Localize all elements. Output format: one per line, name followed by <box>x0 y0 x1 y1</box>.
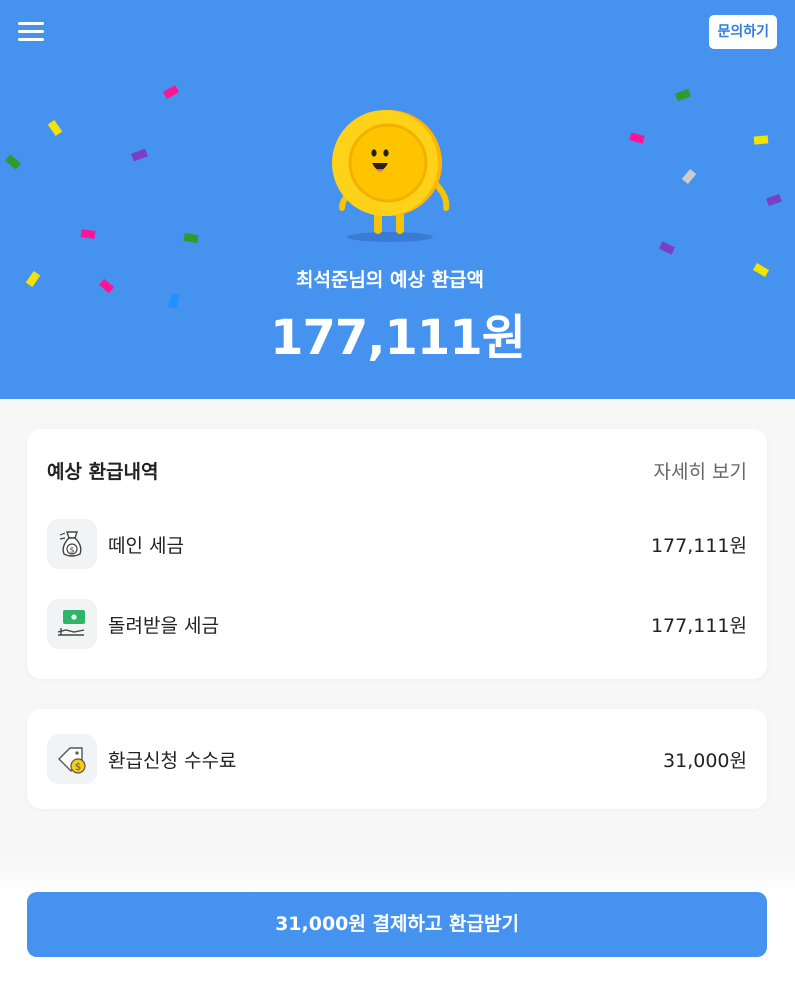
row-value: 31,000원 <box>663 750 747 772</box>
refund-amount: 177,111원 <box>270 310 526 366</box>
cash-hand-icon <box>47 599 97 649</box>
hamburger-menu-icon[interactable] <box>18 20 46 44</box>
row-value: 177,111원 <box>650 615 747 637</box>
hero-banner: 문의하기 최석준님의 예상 환급액 177,111원 <box>0 0 795 399</box>
confetti-piece <box>766 193 782 207</box>
confetti-piece <box>5 154 21 170</box>
confetti-piece <box>681 168 697 185</box>
card-title: 예상 환급내역 <box>47 461 159 483</box>
svg-text:$: $ <box>69 546 74 555</box>
inquiry-button[interactable]: 문의하기 <box>709 15 777 49</box>
confetti-piece <box>131 148 148 162</box>
confetti-piece <box>47 119 63 137</box>
fee-card: $ 환급신청 수수료 31,000원 <box>27 709 767 809</box>
list-item-refundable-tax: 돌려받을 세금 177,111원 <box>47 599 747 649</box>
list-item-withheld-tax: $ 떼인 세금 177,111원 <box>47 519 747 569</box>
detail-link[interactable]: 자세히 보기 <box>654 457 747 484</box>
confetti-piece <box>629 132 645 144</box>
row-value: 177,111원 <box>650 535 747 557</box>
confetti-piece <box>80 229 96 239</box>
confetti-piece <box>658 241 676 255</box>
svg-text:$: $ <box>75 762 81 773</box>
price-tag-coin-icon: $ <box>47 734 97 784</box>
refund-owner-label: 최석준님의 예상 환급액 <box>295 269 485 291</box>
confetti-piece <box>753 135 769 145</box>
row-label: 떼인 세금 <box>108 535 184 557</box>
confetti-piece <box>675 88 691 102</box>
pay-and-refund-button[interactable]: 31,000원 결제하고 환급받기 <box>27 892 767 957</box>
refund-breakdown-card: 예상 환급내역 자세히 보기 $ 떼인 세금 177,111원 돌려받을 세금 … <box>27 429 767 679</box>
money-bag-icon: $ <box>47 519 97 569</box>
list-item-application-fee: $ 환급신청 수수료 31,000원 <box>47 734 747 784</box>
confetti-piece <box>162 85 180 99</box>
confetti-piece <box>183 232 199 244</box>
row-label: 돌려받을 세금 <box>108 615 219 637</box>
row-label: 환급신청 수수료 <box>108 750 237 772</box>
coin-mascot-image <box>332 110 450 242</box>
